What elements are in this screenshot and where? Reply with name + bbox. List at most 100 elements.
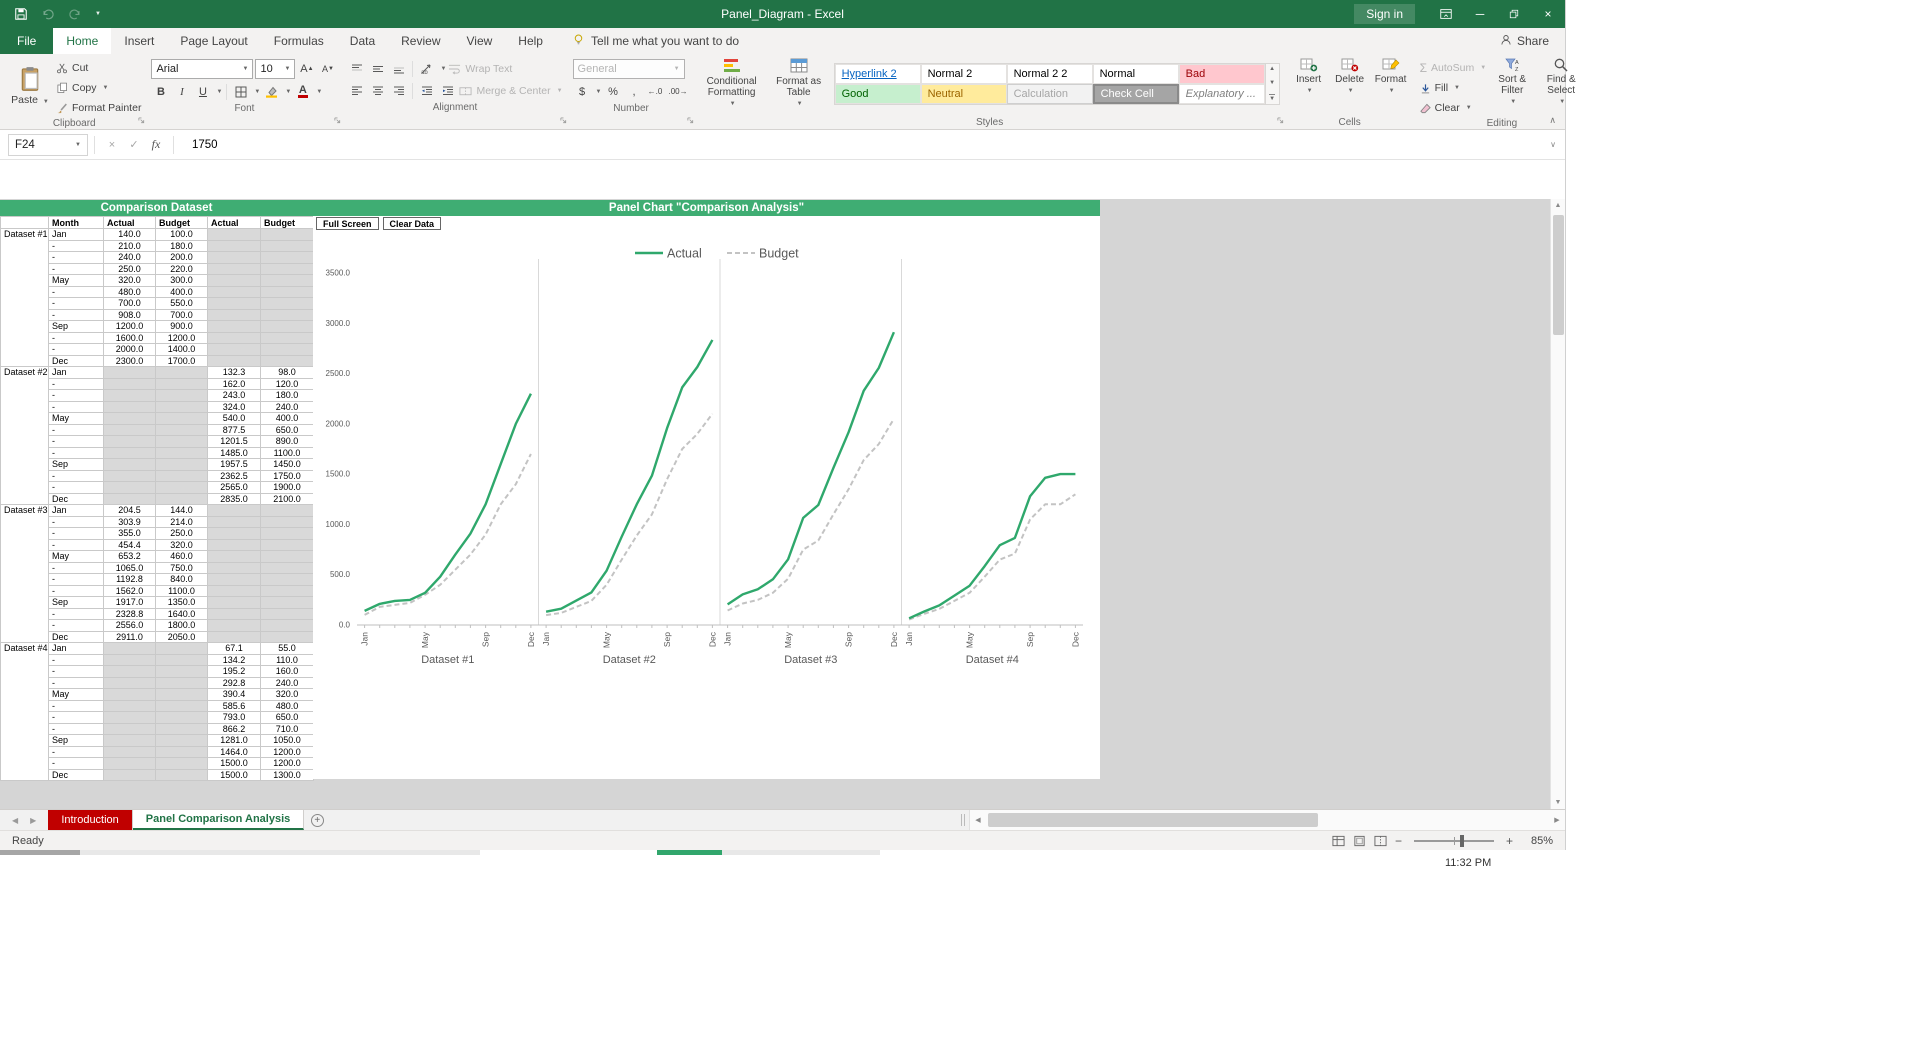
font-color-dropdown-icon[interactable]: ▼	[316, 89, 322, 95]
budget-value-cell[interactable]: 1200.0	[155, 331, 208, 344]
month-cell[interactable]: -	[48, 515, 104, 528]
budget-value-cell[interactable]: 120.0	[260, 377, 314, 390]
formula-input[interactable]: 1750	[192, 139, 218, 151]
empty-cell[interactable]	[207, 584, 261, 597]
sort-filter-button[interactable]: AZ Sort & Filter ▼	[1489, 57, 1535, 115]
ribbon-tab-help[interactable]: Help	[505, 28, 556, 54]
actual-value-cell[interactable]: 140.0	[103, 228, 156, 241]
actual-value-cell[interactable]: 320.0	[103, 274, 156, 287]
month-cell[interactable]: -	[48, 584, 104, 597]
empty-cell[interactable]	[260, 343, 314, 356]
actual-value-cell[interactable]: 866.2	[207, 722, 261, 735]
font-dialog-launcher-icon[interactable]	[334, 115, 341, 127]
empty-cell[interactable]	[103, 722, 156, 735]
fill-color-dropdown-icon[interactable]: ▼	[285, 89, 291, 95]
month-cell[interactable]: Jan	[48, 228, 104, 241]
zoom-in-icon[interactable]: +	[1506, 834, 1513, 848]
actual-value-cell[interactable]: 1200.0	[103, 320, 156, 333]
gallery-more-icon[interactable]: ▼	[1269, 94, 1276, 102]
restore-icon[interactable]	[1497, 0, 1531, 28]
month-cell[interactable]: -	[48, 573, 104, 586]
formula-bar-expand-icon[interactable]: ∨	[1550, 140, 1556, 149]
empty-cell[interactable]	[207, 251, 261, 264]
month-cell[interactable]: -	[48, 297, 104, 310]
month-cell[interactable]: Jan	[48, 366, 104, 379]
dataset-label[interactable]: Dataset #3	[0, 504, 49, 643]
empty-cell[interactable]	[103, 688, 156, 701]
dataset-label[interactable]: Dataset #4	[0, 642, 49, 781]
empty-cell[interactable]	[155, 435, 208, 448]
month-cell[interactable]: -	[48, 619, 104, 632]
actual-value-cell[interactable]: 877.5	[207, 423, 261, 436]
worksheet-area[interactable]: Comparison Dataset Month Actual Budget Actu…	[0, 199, 1565, 809]
actual-value-cell[interactable]: 2565.0	[207, 481, 261, 494]
empty-cell[interactable]	[207, 538, 261, 551]
budget-value-cell[interactable]: 1400.0	[155, 343, 208, 356]
budget-value-cell[interactable]: 890.0	[260, 435, 314, 448]
actual-value-cell[interactable]: 653.2	[103, 550, 156, 563]
actual-value-cell[interactable]: 1065.0	[103, 561, 156, 574]
month-cell[interactable]: Sep	[48, 320, 104, 333]
budget-value-cell[interactable]: 650.0	[260, 711, 314, 724]
actual-value-cell[interactable]: 2362.5	[207, 469, 261, 482]
sign-in-button[interactable]: Sign in	[1354, 4, 1415, 24]
month-cell[interactable]: -	[48, 423, 104, 436]
empty-cell[interactable]	[207, 285, 261, 298]
merge-center-button[interactable]: Merge & Center ▼	[459, 82, 563, 100]
percent-style-button[interactable]: %	[603, 82, 622, 101]
budget-value-cell[interactable]: 55.0	[260, 642, 314, 655]
month-cell[interactable]: -	[48, 262, 104, 275]
actual-value-cell[interactable]: 355.0	[103, 527, 156, 540]
month-cell[interactable]: -	[48, 665, 104, 678]
cancel-entry-icon[interactable]: ×	[101, 139, 123, 151]
empty-cell[interactable]	[103, 642, 156, 655]
increase-decimal-button[interactable]: ←.0	[645, 82, 664, 101]
empty-cell[interactable]	[207, 550, 261, 563]
autosum-button[interactable]: Σ AutoSum ▼	[1420, 59, 1487, 77]
budget-value-cell[interactable]: 480.0	[260, 699, 314, 712]
month-cell[interactable]: Sep	[48, 734, 104, 747]
empty-cell[interactable]	[207, 343, 261, 356]
actual-value-cell[interactable]: 793.0	[207, 711, 261, 724]
empty-cell[interactable]	[207, 596, 261, 609]
empty-cell[interactable]	[207, 619, 261, 632]
budget-value-cell[interactable]: 250.0	[155, 527, 208, 540]
align-center-icon[interactable]	[368, 81, 387, 100]
empty-cell[interactable]	[260, 228, 314, 241]
scroll-up-icon[interactable]: ▲	[1551, 202, 1565, 209]
actual-value-cell[interactable]: 2000.0	[103, 343, 156, 356]
actual-value-cell[interactable]: 1600.0	[103, 331, 156, 344]
save-icon[interactable]	[14, 7, 28, 21]
empty-cell[interactable]	[260, 297, 314, 310]
actual-value-cell[interactable]: 1485.0	[207, 446, 261, 459]
new-sheet-button[interactable]: +	[304, 810, 330, 830]
empty-cell[interactable]	[155, 699, 208, 712]
copy-button[interactable]: Copy ▼	[56, 79, 141, 97]
scroll-down-icon[interactable]: ▼	[1551, 799, 1565, 806]
name-box[interactable]: F24 ▼	[8, 133, 88, 156]
month-cell[interactable]: -	[48, 239, 104, 252]
font-family-select[interactable]: Arial ▼	[151, 59, 254, 79]
empty-cell[interactable]	[103, 377, 156, 390]
actual-value-cell[interactable]: 134.2	[207, 653, 261, 666]
font-size-select[interactable]: 10 ▼	[255, 59, 296, 79]
month-cell[interactable]: -	[48, 607, 104, 620]
gallery-up-icon[interactable]: ▲	[1269, 66, 1275, 72]
cell-style-check-cell[interactable]: Check Cell	[1092, 84, 1179, 104]
empty-cell[interactable]	[155, 745, 208, 758]
month-cell[interactable]: -	[48, 561, 104, 574]
customize-qat-icon[interactable]: ▼	[95, 11, 101, 17]
budget-value-cell[interactable]: 180.0	[260, 389, 314, 402]
wrap-text-button[interactable]: Wrap Text	[448, 60, 512, 78]
find-select-button[interactable]: Find & Select ▼	[1538, 57, 1584, 115]
zoom-slider[interactable]	[1413, 834, 1494, 847]
empty-cell[interactable]	[155, 492, 208, 505]
empty-cell[interactable]	[260, 630, 314, 643]
actual-value-cell[interactable]: 240.0	[103, 251, 156, 264]
ribbon-tab-file[interactable]: File	[0, 28, 54, 54]
cell-style-normal[interactable]: Normal	[1092, 64, 1179, 84]
cell-style-normal-2-2[interactable]: Normal 2 2	[1006, 64, 1093, 84]
empty-cell[interactable]	[155, 722, 208, 735]
budget-value-cell[interactable]: 200.0	[155, 251, 208, 264]
ribbon-display-options-icon[interactable]	[1429, 0, 1463, 28]
